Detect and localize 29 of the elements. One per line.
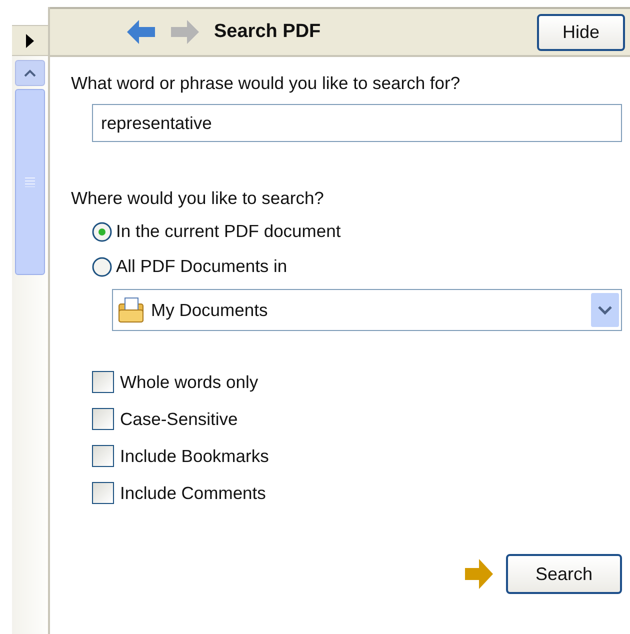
scroll-up-button[interactable]	[15, 60, 45, 86]
hide-button[interactable]: Hide	[537, 14, 625, 50]
checkbox[interactable]	[92, 371, 114, 393]
scope-label: Where would you like to search?	[71, 188, 325, 209]
checkbox-label: Include Comments	[120, 482, 266, 504]
arrow-icon	[464, 558, 494, 590]
dropdown-value: My Documents	[151, 300, 269, 320]
triangle-icon	[25, 32, 35, 48]
expand-button[interactable]	[12, 26, 48, 56]
search-field[interactable]: representative	[92, 104, 622, 142]
folder-dropdown[interactable]: My Documents	[112, 289, 622, 331]
checkbox-label: Case-Sensitive	[120, 408, 238, 430]
checkbox-label: Include Bookmarks	[120, 446, 269, 466]
search-button[interactable]: Search	[506, 554, 622, 594]
checkbox[interactable]	[92, 445, 114, 467]
caret-icon	[24, 69, 36, 77]
checkbox[interactable]	[92, 482, 114, 504]
radio-label: All PDF Documents in	[116, 256, 288, 277]
scrollbar[interactable]	[12, 56, 48, 634]
scroll-thumb[interactable]	[15, 89, 45, 275]
query-label: What word or phrase would you like to search for?	[71, 73, 462, 94]
radio-button[interactable]	[92, 256, 112, 276]
checkbox[interactable]	[92, 408, 114, 430]
radio-button[interactable]	[92, 222, 112, 242]
folder-icon	[117, 296, 145, 324]
panel-title: Search PDF	[214, 21, 322, 43]
back-arrow-icon[interactable]	[126, 19, 156, 45]
radio-label: In the current PDF document	[116, 221, 341, 242]
checkbox-label: Whole words only	[120, 372, 258, 392]
